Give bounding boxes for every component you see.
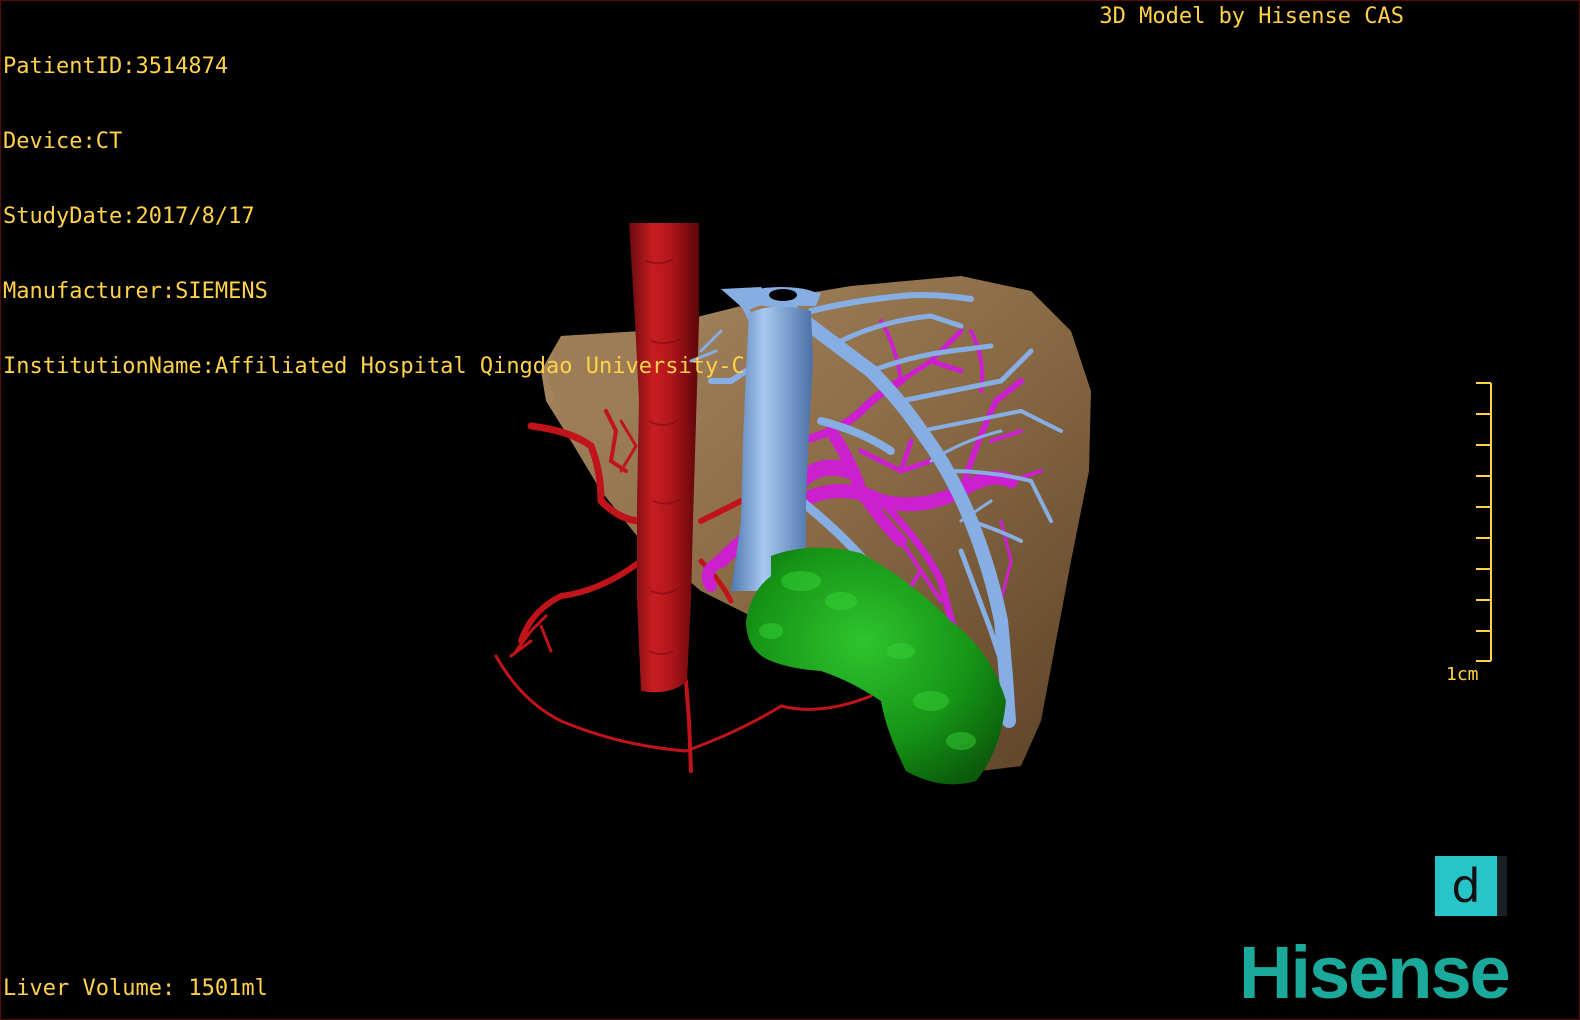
liver-volume: Liver Volume: 1501ml: [3, 976, 268, 1001]
model-caption: 3D Model by Hisense CAS: [1099, 4, 1404, 29]
patient-id: PatientID:3514874: [3, 54, 229, 79]
hisense-logo: Hisense: [1239, 931, 1511, 1014]
scale-label: 1cm: [1446, 664, 1479, 685]
scale-bar: [1476, 382, 1492, 662]
patient-info-overlay: PatientID:3514874 Device:CT StudyDate:20…: [3, 4, 745, 429]
manufacturer: Manufacturer:SIEMENS: [3, 279, 268, 304]
institution-name: InstitutionName:Affiliated Hospital Qing…: [3, 354, 745, 379]
study-date: StudyDate:2017/8/17: [3, 204, 255, 229]
mode-toggle-button[interactable]: d: [1435, 856, 1507, 916]
device: Device:CT: [3, 129, 123, 154]
mode-button-glyph: d: [1451, 859, 1481, 913]
3d-viewport[interactable]: PatientID:3514874 Device:CT StudyDate:20…: [0, 0, 1580, 1020]
